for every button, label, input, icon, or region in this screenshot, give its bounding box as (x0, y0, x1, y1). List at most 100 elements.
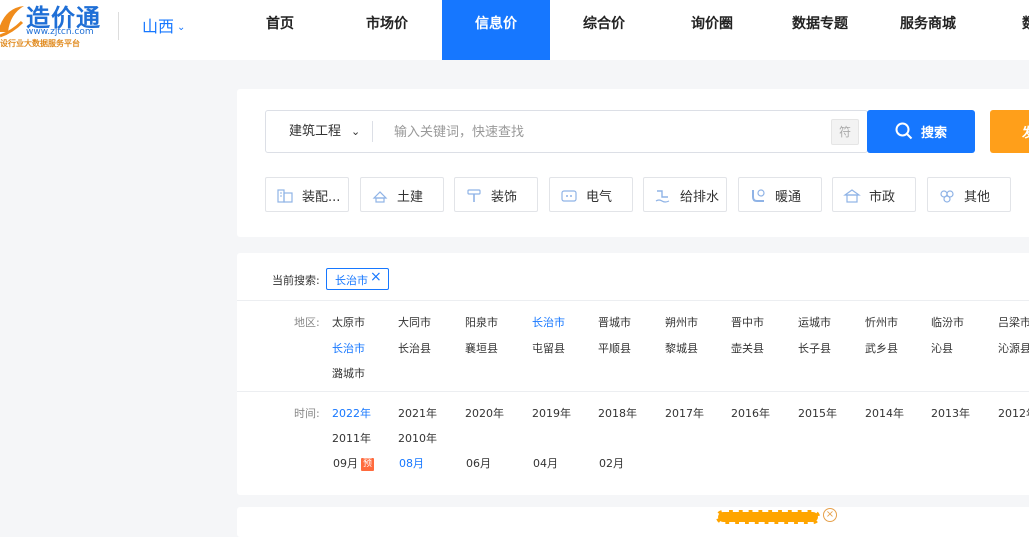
search-button[interactable]: 搜索 (867, 110, 975, 153)
water-supply-icon (655, 190, 670, 203)
close-icon[interactable]: × (370, 269, 382, 285)
nav-item[interactable]: 数据 (982, 0, 1029, 60)
region-option[interactable]: 屯留县 (532, 340, 565, 356)
category-tag-label: 电气 (586, 190, 613, 205)
region-option[interactable]: 长治市 (332, 340, 365, 356)
year-option[interactable]: 2021年 (398, 405, 437, 421)
region-option[interactable]: 潞城市 (332, 365, 365, 381)
month-option[interactable]: 08月 (399, 455, 424, 471)
year-option[interactable]: 2013年 (931, 405, 970, 421)
chevron-down-icon: ⌄ (351, 125, 361, 138)
symbol-button[interactable]: 符 (831, 119, 859, 145)
region-option[interactable]: 朔州市 (665, 314, 698, 330)
region-option[interactable]: 襄垣县 (465, 340, 498, 356)
publish-button-label: 发 (1022, 126, 1029, 141)
year-option[interactable]: 2019年 (532, 405, 571, 421)
region-label: 山西 (142, 17, 175, 36)
year-option[interactable]: 2015年 (798, 405, 837, 421)
category-tag-label: 装配... (302, 190, 341, 205)
search-divider (372, 121, 373, 142)
filter-divider (237, 391, 1029, 392)
nav-item[interactable]: 信息价 (442, 0, 550, 60)
other-cluster-icon (940, 190, 954, 203)
nav-item[interactable]: 数据专题 (766, 0, 874, 60)
month-label: 04月 (533, 457, 558, 470)
category-tag-label: 装饰 (491, 190, 518, 205)
filter-divider (237, 300, 1029, 301)
paint-roller-icon (467, 189, 481, 202)
nav-item[interactable]: 服务商城 (874, 0, 982, 60)
region-option[interactable]: 晋中市 (731, 314, 764, 330)
year-option[interactable]: 2022年 (332, 405, 371, 421)
region-option[interactable]: 长治县 (398, 340, 431, 356)
region-option[interactable]: 沁县 (931, 340, 953, 356)
category-tag[interactable]: 其他 (927, 177, 1011, 212)
year-option[interactable]: 2016年 (731, 405, 770, 421)
category-tag[interactable]: 市政 (832, 177, 916, 212)
month-option[interactable]: 04月 (533, 455, 558, 471)
category-tag[interactable]: 土建 (360, 177, 444, 212)
year-option[interactable]: 2010年 (398, 430, 437, 446)
region-option[interactable]: 长治市 (532, 314, 565, 330)
region-option[interactable]: 忻州市 (865, 314, 898, 330)
logo-tagline: 设行业大数据服务平台 (0, 39, 80, 48)
month-option[interactable]: 06月 (466, 455, 491, 471)
category-tag[interactable]: 装配... (265, 177, 349, 212)
search-input[interactable] (392, 111, 826, 154)
region-option[interactable]: 运城市 (798, 314, 831, 330)
category-tag-label: 暖通 (775, 190, 802, 205)
category-tag-label: 给排水 (680, 190, 720, 205)
region-option[interactable]: 黎城县 (665, 340, 698, 356)
year-option[interactable]: 2018年 (598, 405, 637, 421)
category-tag[interactable]: 装饰 (454, 177, 538, 212)
month-label: 08月 (399, 457, 424, 470)
region-option[interactable]: 吕梁市 (998, 314, 1029, 330)
year-option[interactable]: 2012年 (998, 405, 1029, 421)
region-option[interactable]: 晋城市 (598, 314, 631, 330)
month-option[interactable]: 02月 (599, 455, 624, 471)
current-search-label: 当前搜索: (272, 274, 320, 287)
nav-item[interactable]: 市场价 (333, 0, 441, 60)
region-option[interactable]: 临汾市 (931, 314, 964, 330)
top-header: 造价通 www.zjtcn.com 设行业大数据服务平台 山西 ⌄ 首页 市场价 信息… (0, 0, 1029, 60)
search-panel: 建筑工程 ⌄ 符 搜索 发 装配... 土建 装饰 电气 给排水 暖通 市政 其他 (237, 89, 1029, 237)
chevron-down-icon: ⌄ (177, 22, 186, 33)
search-icon (895, 122, 913, 140)
month-label: 09月 (333, 457, 358, 470)
header-divider (118, 12, 119, 40)
month-option[interactable]: 09月预 (333, 455, 374, 471)
region-option[interactable]: 壶关县 (731, 340, 764, 356)
promo-banner[interactable] (716, 510, 820, 524)
results-panel (237, 507, 1029, 537)
prefab-building-icon (277, 189, 293, 203)
nav-item[interactable]: 首页 (226, 0, 334, 60)
category-select[interactable]: 建筑工程 ⌄ (266, 111, 370, 152)
region-option[interactable]: 太原市 (332, 314, 365, 330)
close-icon[interactable]: × (823, 508, 837, 522)
region-option[interactable]: 长子县 (798, 340, 831, 356)
site-logo[interactable]: 造价通 www.zjtcn.com 设行业大数据服务平台 (0, 0, 110, 60)
category-tag[interactable]: 电气 (549, 177, 633, 212)
month-label: 06月 (466, 457, 491, 470)
region-option[interactable]: 大同市 (398, 314, 431, 330)
region-selector[interactable]: 山西 ⌄ (142, 13, 185, 37)
category-tag-label: 市政 (869, 190, 896, 205)
region-option[interactable]: 阳泉市 (465, 314, 498, 330)
region-option[interactable]: 武乡县 (865, 340, 898, 356)
year-option[interactable]: 2017年 (665, 405, 704, 421)
nav-item[interactable]: 询价圈 (658, 0, 766, 60)
year-option[interactable]: 2011年 (332, 430, 371, 446)
region-option[interactable]: 沁源县 (998, 340, 1029, 356)
year-option[interactable]: 2014年 (865, 405, 904, 421)
current-search-chip[interactable]: 长治市 × (326, 268, 389, 290)
year-option[interactable]: 2020年 (465, 405, 504, 421)
category-tag[interactable]: 暖通 (738, 177, 822, 212)
forecast-badge: 预 (361, 458, 374, 471)
nav-item[interactable]: 综合价 (550, 0, 658, 60)
region-row-label: 地区: (294, 316, 320, 329)
hvac-pipe-icon (752, 189, 765, 202)
region-option[interactable]: 平顺县 (598, 340, 631, 356)
search-box: 建筑工程 ⌄ 符 (265, 110, 868, 154)
category-tag[interactable]: 给排水 (643, 177, 727, 212)
publish-button[interactable]: 发 (990, 110, 1029, 153)
